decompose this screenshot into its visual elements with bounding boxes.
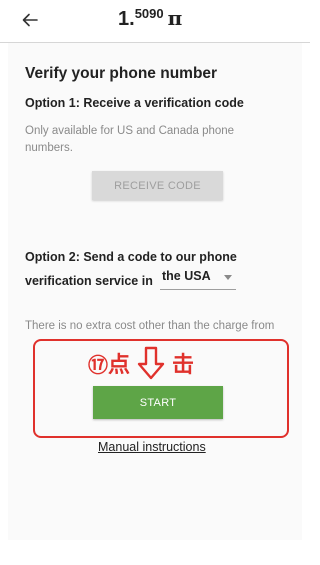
pi-balance: 1.5090 π [118,6,182,31]
back-button[interactable] [18,8,42,32]
step-number: ⑰ [88,352,108,377]
phone-verification-screen: 1.5090 π Verify your phone number Option … [0,0,310,565]
annotation-char-1: 点 [108,353,131,378]
option2-line2: verification service in [25,274,153,288]
country-select-value: the USA [162,269,211,283]
bottom-area [0,540,310,565]
step-annotation: ⑰ 点 击 [88,346,194,380]
down-arrow-outline-icon [137,346,165,380]
top-bar: 1.5090 π [0,0,310,43]
cost-note: There is no extra cost other than the ch… [25,320,275,332]
manual-instructions-link[interactable]: Manual instructions [98,440,206,454]
annotation-char-2: 击 [172,353,195,378]
main-content [0,43,310,565]
caret-down-icon [224,275,232,280]
pi-symbol-icon: π [167,6,183,30]
option2-line1: Option 2: Send a code to our phone [25,250,237,264]
page-title: Verify your phone number [25,65,218,82]
country-select[interactable]: the USA [160,267,236,290]
option1-note: Only available for US and Canada phone n… [25,125,235,154]
receive-code-button[interactable]: RECEIVE CODE [92,171,223,200]
option2-heading: Option 2: Send a code to our phone verif… [25,245,275,293]
option1-heading: Option 1: Receive a verification code [25,96,244,110]
balance-integer: 1. [118,8,135,30]
balance-fraction: 5090 [134,6,164,21]
start-button[interactable]: START [93,386,223,419]
arrow-left-icon [22,13,38,27]
